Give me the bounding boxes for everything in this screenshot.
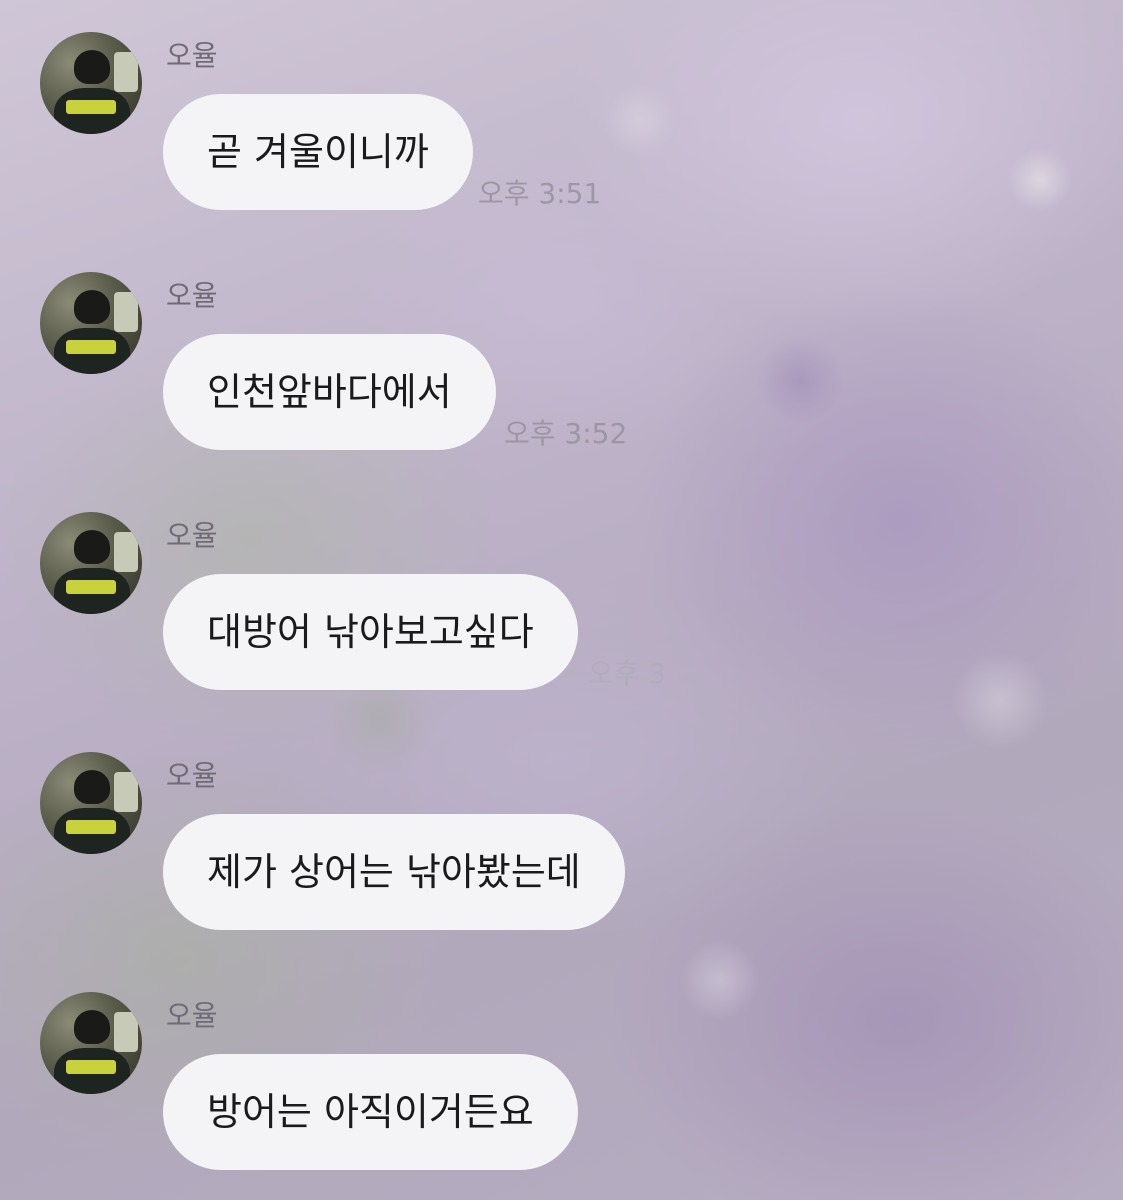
avatar-photo-window	[114, 772, 138, 812]
message-row: 오율 곧 겨울이니까 오후 3:51	[0, 0, 1123, 240]
avatar-photo-hair	[74, 290, 110, 324]
sender-avatar[interactable]	[40, 512, 142, 614]
sender-name: 오율	[166, 279, 218, 312]
avatar-photo-hair	[74, 770, 110, 804]
avatar-photo-logo	[66, 820, 116, 834]
sender-name: 오율	[166, 759, 218, 792]
sender-name: 오율	[166, 519, 218, 552]
avatar-photo-window	[114, 292, 138, 332]
sender-avatar[interactable]	[40, 752, 142, 854]
message-bubble[interactable]: 곧 겨울이니까	[163, 94, 473, 210]
message-bubble[interactable]: 제가 상어는 낚아봤는데	[163, 814, 625, 930]
message-bubble[interactable]: 인천앞바다에서	[163, 334, 496, 450]
avatar-photo-hair	[74, 530, 110, 564]
avatar-photo-hair	[74, 1010, 110, 1044]
sender-avatar[interactable]	[40, 272, 142, 374]
sender-name: 오율	[166, 39, 218, 72]
sender-avatar[interactable]	[40, 992, 142, 1094]
avatar-photo-hair	[74, 50, 110, 84]
sender-avatar[interactable]	[40, 32, 142, 134]
avatar-photo-window	[114, 1012, 138, 1052]
message-row: 오율 대방어 낚아보고싶다 오후 3	[0, 480, 1123, 720]
message-bubble[interactable]: 대방어 낚아보고싶다	[163, 574, 578, 690]
message-row: 오율 인천앞바다에서 오후 3:52	[0, 240, 1123, 480]
avatar-photo-logo	[66, 100, 116, 114]
message-bubble[interactable]: 방어는 아직이거든요	[163, 1054, 578, 1170]
avatar-photo-logo	[66, 340, 116, 354]
message-time: 오후 3:52	[504, 417, 628, 450]
message-row: 오율 방어는 아직이거든요	[0, 960, 1123, 1200]
message-time: 오후 3	[588, 657, 667, 690]
avatar-photo-logo	[66, 1060, 116, 1074]
avatar-photo-window	[114, 532, 138, 572]
message-time: 오후 3:51	[478, 177, 602, 210]
avatar-photo-logo	[66, 580, 116, 594]
message-row: 오율 제가 상어는 낚아봤는데	[0, 720, 1123, 960]
sender-name: 오율	[166, 999, 218, 1032]
chat-message-list[interactable]: 오율 곧 겨울이니까 오후 3:51 오율 인천앞바다에서 오후 3:52 오율…	[0, 0, 1123, 1200]
avatar-photo-window	[114, 52, 138, 92]
